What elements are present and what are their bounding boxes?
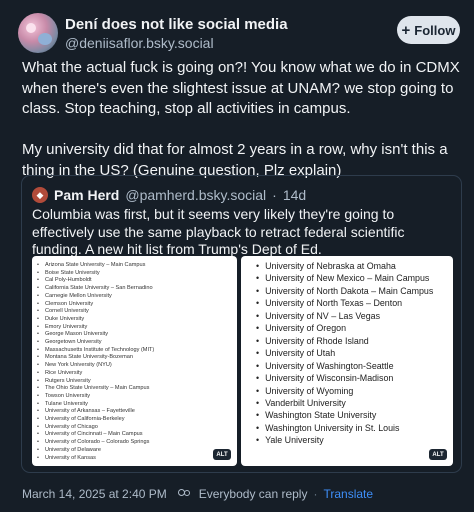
university-item: Massachusetts Institute of Technology (M…	[45, 347, 237, 355]
university-item: New York University (NYU)	[45, 362, 237, 370]
university-item: University of Colorado – Colorado Spring…	[45, 439, 237, 447]
university-item: University of Cincinnati – Main Campus	[45, 431, 237, 439]
footer-separator: ·	[313, 487, 318, 501]
university-item: Boise State University	[45, 270, 237, 278]
university-item: University of North Dakota – Main Campus	[265, 285, 453, 297]
university-list-right: University of Nebraska at OmahaUniversit…	[241, 256, 453, 447]
post-footer: March 14, 2025 at 2:40 PM Everybody can …	[22, 487, 373, 501]
quote-author-name: Pam Herd	[54, 187, 120, 203]
people-icon	[177, 489, 191, 499]
university-item: Tulane University	[45, 401, 237, 409]
university-item: University of Oregon	[265, 322, 453, 334]
university-item: Clemson University	[45, 301, 237, 309]
university-item: Georgetown University	[45, 339, 237, 347]
university-item: Rutgers University	[45, 378, 237, 386]
university-item: Vanderbilt University	[265, 397, 453, 409]
university-item: University of Kansas	[45, 455, 237, 463]
university-item: University of California-Berkeley	[45, 416, 237, 424]
post-header: Dení does not like social media @deniisa…	[18, 13, 462, 57]
author-name[interactable]: Dení does not like social media	[65, 16, 288, 33]
university-item: University of Nebraska at Omaha	[265, 260, 453, 272]
quote-image-right[interactable]: University of Nebraska at OmahaUniversit…	[241, 256, 453, 466]
translate-link[interactable]: Translate	[323, 487, 373, 501]
quote-author-handle: @pamherd.bsky.social	[125, 187, 267, 203]
university-item: Cornell University	[45, 308, 237, 316]
university-item: Montana State University-Bozeman	[45, 354, 237, 362]
quote-separator: ·	[272, 187, 277, 203]
post-text: What the actual fuck is going on?! You k…	[22, 59, 460, 179]
author-handle[interactable]: @deniisaflor.bsky.social	[65, 35, 214, 51]
university-item: University of Wisconsin-Madison	[265, 372, 453, 384]
university-item: University of Arkansas – Fayetteville	[45, 408, 237, 416]
university-item: University of North Texas – Denton	[265, 297, 453, 309]
quote-avatar: ◆	[32, 187, 48, 203]
follow-button[interactable]: + Follow	[397, 16, 460, 44]
university-item: Washington State University	[265, 409, 453, 421]
university-item: Washington University in St. Louis	[265, 422, 453, 434]
university-item: Carnegie Mellon University	[45, 293, 237, 301]
university-item: University of Delaware	[45, 447, 237, 455]
university-item: The Ohio State University – Main Campus	[45, 385, 237, 393]
university-item: University of Rhode Island	[265, 335, 453, 347]
plus-icon: +	[401, 21, 411, 39]
quoted-post[interactable]: ◆ Pam Herd @pamherd.bsky.social · 14d Co…	[21, 175, 462, 473]
avatar[interactable]	[18, 13, 58, 53]
alt-badge-right[interactable]: ALT	[429, 449, 447, 460]
university-item: Duke University	[45, 316, 237, 324]
quote-header: ◆ Pam Herd @pamherd.bsky.social · 14d	[32, 187, 306, 203]
university-item: Towson University	[45, 393, 237, 401]
quote-image-left[interactable]: Arizona State University – Main CampusBo…	[32, 256, 237, 466]
university-item: Yale University	[265, 434, 453, 446]
timestamp[interactable]: March 14, 2025 at 2:40 PM	[22, 487, 167, 501]
university-item: California State University – San Bernad…	[45, 285, 237, 293]
university-item: University of New Mexico – Main Campus	[265, 272, 453, 284]
post: Dení does not like social media @deniisa…	[0, 0, 474, 512]
university-item: Arizona State University – Main Campus	[45, 262, 237, 270]
reply-setting[interactable]: Everybody can reply	[199, 487, 308, 501]
university-item: Cal Poly-Humboldt	[45, 277, 237, 285]
university-item: University of Wyoming	[265, 385, 453, 397]
university-item: University of NV – Las Vegas	[265, 310, 453, 322]
university-item: University of Washington-Seattle	[265, 360, 453, 372]
university-item: University of Utah	[265, 347, 453, 359]
university-list-left: Arizona State University – Main CampusBo…	[32, 256, 237, 462]
university-item: George Mason University	[45, 331, 237, 339]
follow-label: Follow	[414, 22, 456, 38]
university-item: Rice University	[45, 370, 237, 378]
university-item: Emory University	[45, 324, 237, 332]
alt-badge-left[interactable]: ALT	[213, 449, 231, 460]
university-item: University of Chicago	[45, 424, 237, 432]
quote-age: 14d	[282, 187, 307, 203]
